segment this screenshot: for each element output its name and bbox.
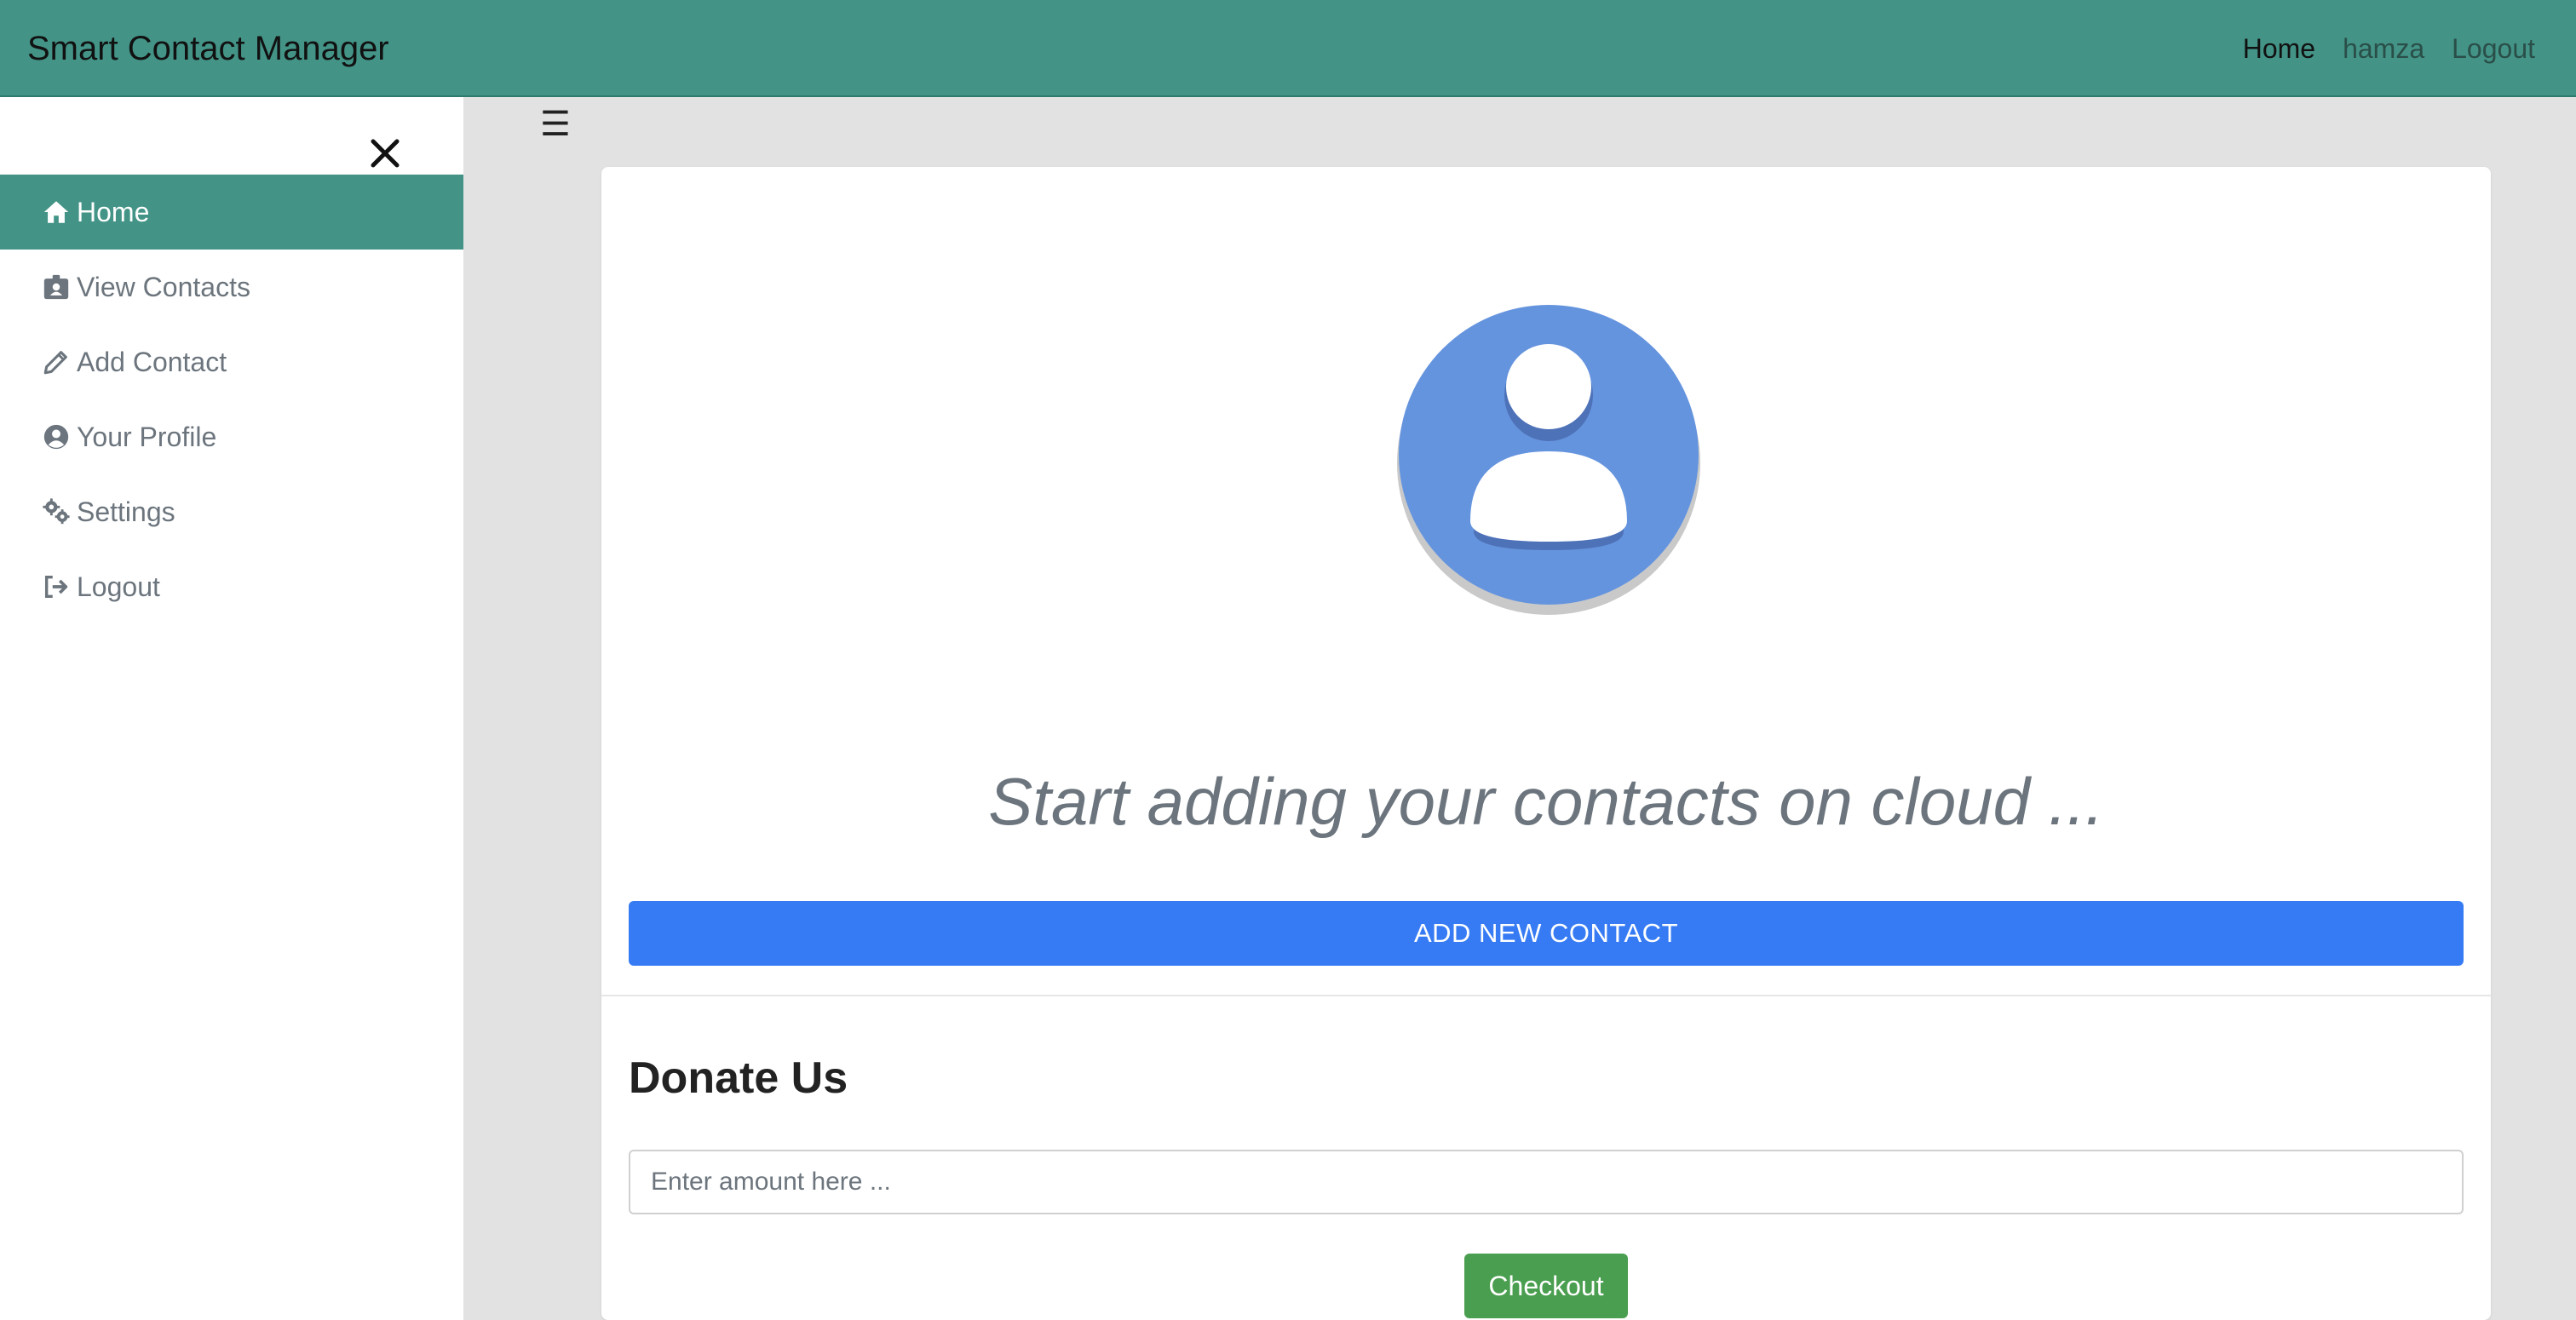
sidebar-item-logout[interactable]: Logout: [0, 549, 463, 624]
nav-link-logout[interactable]: Logout: [2452, 33, 2535, 65]
user-circle-icon: [41, 422, 72, 452]
tagline-text: Start adding your contacts on cloud ...: [988, 764, 2104, 839]
checkout-button[interactable]: Checkout: [1464, 1254, 1628, 1318]
id-badge-icon: [41, 272, 72, 302]
sidebar-item-label: Logout: [77, 571, 160, 602]
top-navbar: Smart Contact Manager Home hamza Logout: [0, 0, 2576, 97]
sidebar-item-label: Settings: [77, 496, 175, 527]
sidebar-item-label: Your Profile: [77, 421, 217, 452]
sidebar-item-home[interactable]: Home: [0, 175, 463, 250]
sign-out-icon: [41, 571, 72, 602]
nav-link-username[interactable]: hamza: [2343, 33, 2424, 65]
home-icon: [41, 197, 72, 227]
divider: [601, 995, 2491, 996]
add-new-contact-button[interactable]: ADD NEW CONTACT: [629, 901, 2464, 966]
sidebar-item-your-profile[interactable]: Your Profile: [0, 399, 463, 474]
close-icon[interactable]: [365, 133, 405, 174]
sidebar-item-settings[interactable]: Settings: [0, 474, 463, 549]
sidebar-item-label: Add Contact: [77, 346, 227, 377]
pencil-icon: [41, 347, 72, 377]
donation-amount-input[interactable]: [629, 1150, 2464, 1214]
brand-title[interactable]: Smart Contact Manager: [27, 0, 389, 97]
sidebar-item-view-contacts[interactable]: View Contacts: [0, 250, 463, 324]
menu-toggle-button[interactable]: ☰: [540, 107, 571, 141]
nav-link-home[interactable]: Home: [2243, 33, 2315, 65]
nav-links: Home hamza Logout: [2243, 0, 2535, 97]
sidebar: Home View Contacts Add Contact Your Prof…: [0, 97, 463, 1320]
sidebar-item-label: View Contacts: [77, 271, 250, 302]
donate-title: Donate Us: [629, 1053, 848, 1103]
sidebar-item-add-contact[interactable]: Add Contact: [0, 324, 463, 399]
user-avatar-icon: [1395, 301, 1702, 617]
main-card: Start adding your contacts on cloud ... …: [601, 167, 2491, 1320]
cogs-icon: [41, 496, 72, 527]
sidebar-item-label: Home: [77, 196, 150, 227]
